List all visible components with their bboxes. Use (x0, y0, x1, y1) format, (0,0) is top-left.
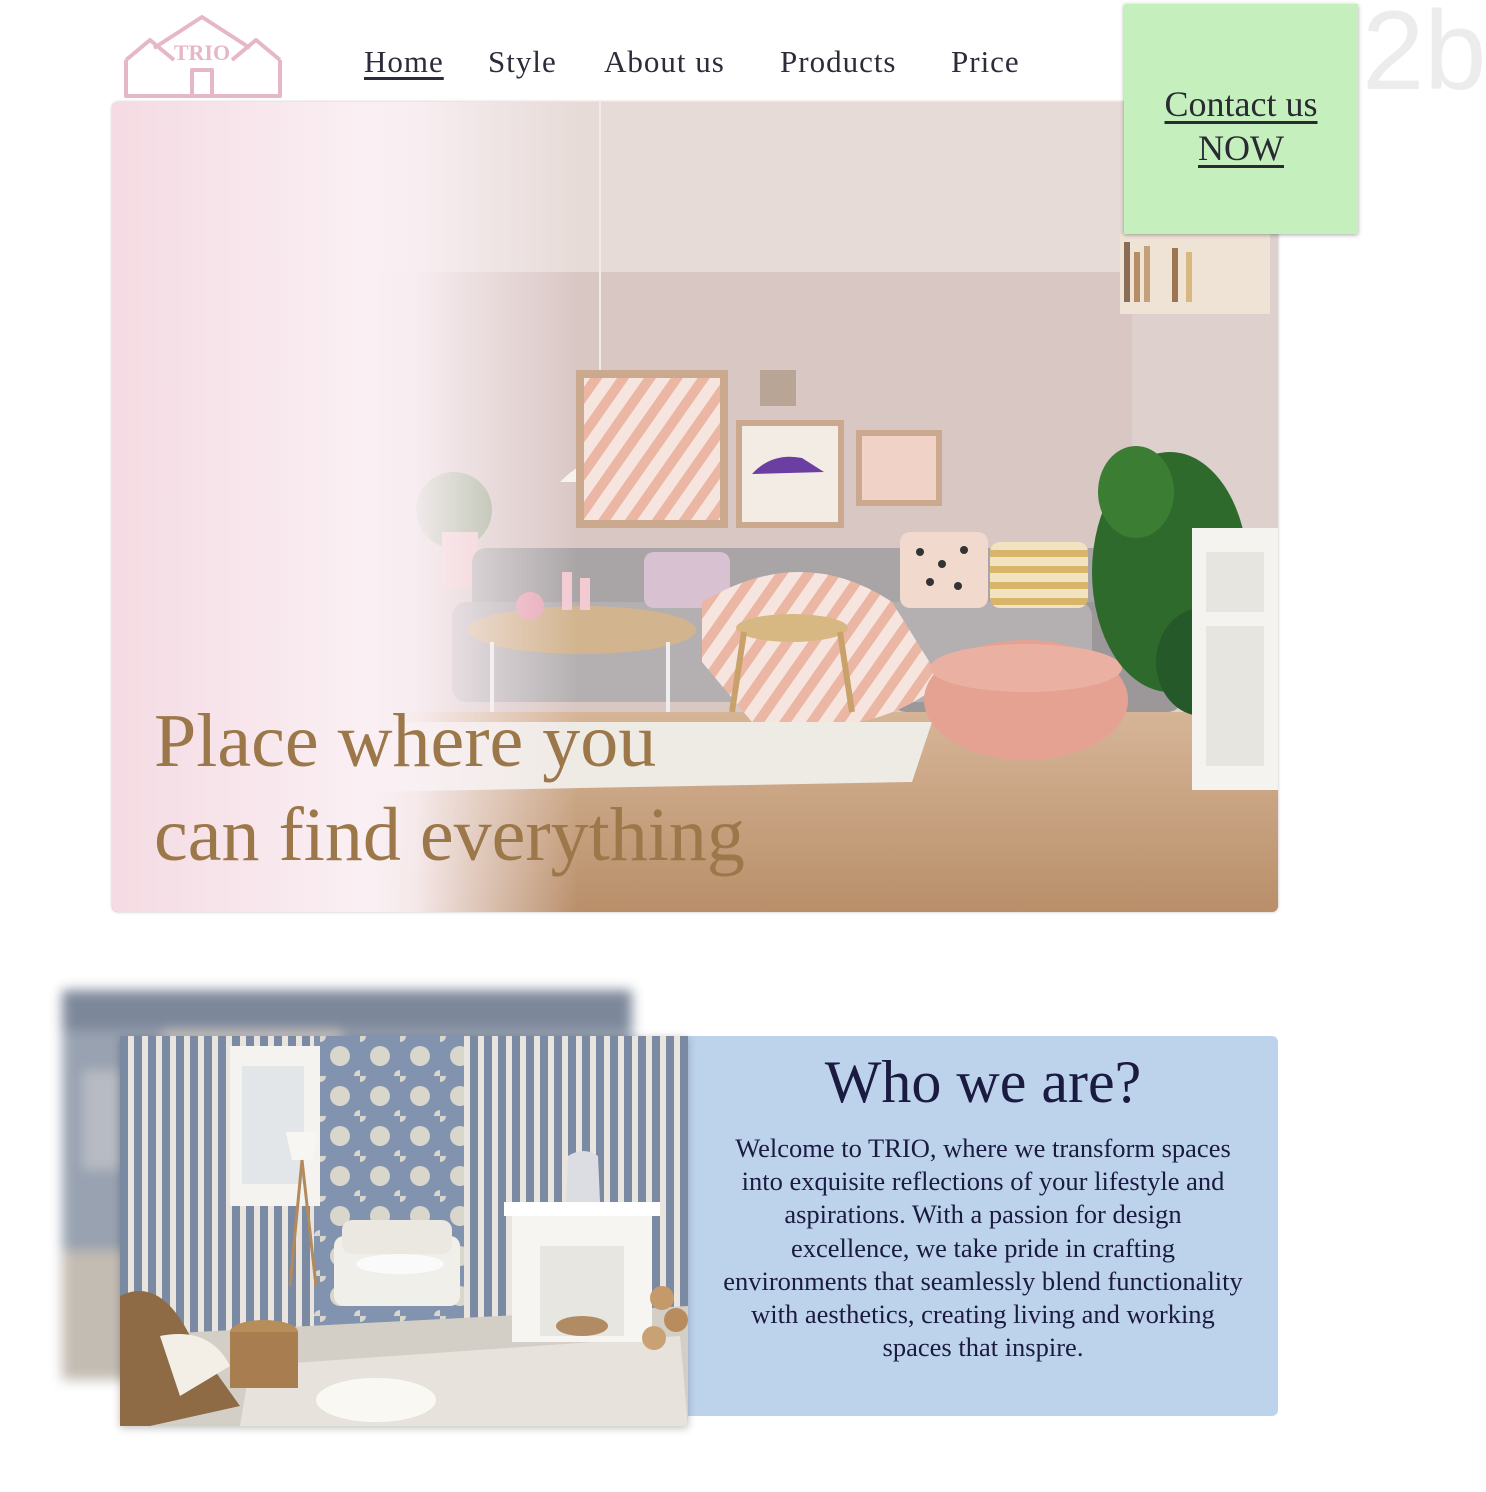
nav-home[interactable]: Home (364, 44, 444, 80)
hero-banner: Place where you can find everything (112, 102, 1278, 912)
contact-label-line1: Contact us (1164, 84, 1318, 124)
contact-label-line2: NOW (1198, 128, 1284, 168)
who-we-are-title: Who we are? (824, 1049, 1142, 1115)
contact-us-button[interactable]: Contact us NOW (1124, 4, 1358, 234)
background-ghost-text: 2ba (1362, 0, 1486, 113)
svg-text:TRIO: TRIO (174, 40, 230, 65)
trio-logo[interactable]: TRIO (122, 14, 284, 98)
nav-about-us[interactable]: About us (604, 44, 725, 80)
hero-title: Place where you can find everything (154, 694, 745, 882)
nav-products[interactable]: Products (780, 44, 897, 80)
striped-wallpaper-room-photo (120, 1036, 688, 1426)
hero-title-line2: can find everything (154, 793, 745, 877)
nav-style[interactable]: Style (488, 44, 557, 80)
house-logo-icon: TRIO (124, 15, 282, 98)
who-we-are-card: Who we are? Welcome to TRIO, where we tr… (688, 1036, 1278, 1416)
nav-price[interactable]: Price (951, 44, 1020, 80)
hero-title-line1: Place where you (154, 699, 657, 783)
who-we-are-body: Welcome to TRIO, where we transform spac… (723, 1133, 1243, 1363)
